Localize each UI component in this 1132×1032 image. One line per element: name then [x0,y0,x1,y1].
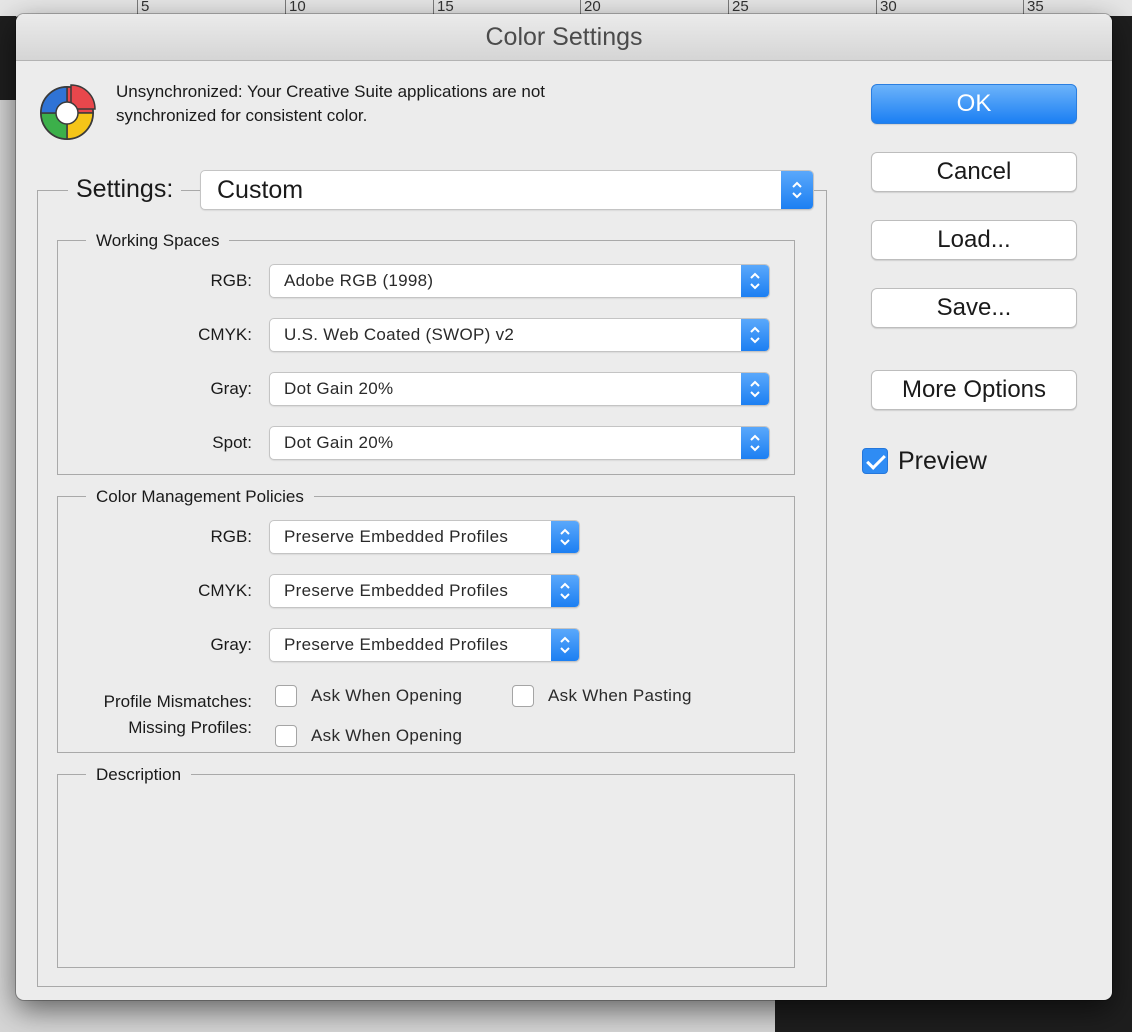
policy-gray-label: Gray: [210,635,252,654]
preview-option[interactable]: Preview [862,447,987,475]
dialog-titlebar[interactable]: Color Settings [16,14,1112,61]
save-button[interactable]: Save... [871,288,1077,328]
settings-label: Settings: [68,174,182,204]
settings-select[interactable]: Custom [200,170,814,210]
policy-gray-select[interactable]: Preserve Embedded Profiles [269,628,580,662]
policy-cmyk-select[interactable]: Preserve Embedded Profiles [269,574,580,608]
updown-arrows-icon [551,521,579,553]
dialog-title: Color Settings [485,22,643,51]
ruler-tick-label: 20 [584,0,601,15]
updown-arrows-icon [741,373,769,405]
sync-message-line: synchronized for consistent color. [116,106,368,125]
working-cmyk-select[interactable]: U.S. Web Coated (SWOP) v2 [269,318,770,352]
preview-label[interactable]: Preview [898,447,987,476]
ruler-tick-label: 5 [141,0,150,15]
working-cmyk-value: U.S. Web Coated (SWOP) v2 [284,325,515,344]
mismatch-ask-when-opening-label[interactable]: Ask When Opening [311,686,462,706]
workspace-background [0,16,16,100]
working-spaces-title: Working Spaces [86,231,230,251]
mismatch-ask-when-opening-checkbox[interactable] [275,685,297,707]
description-group [57,774,795,968]
updown-arrows-icon [741,427,769,459]
policies-title: Color Management Policies [86,487,314,507]
ruler-tick-label: 35 [1027,0,1044,15]
policy-cmyk-label: CMYK: [198,581,252,600]
ruler-tick-label: 30 [880,0,897,15]
missing-ask-when-opening-label[interactable]: Ask When Opening [311,726,462,746]
ruler-tick-label: 25 [732,0,749,15]
updown-arrows-icon [551,575,579,607]
ruler-tick-label: 15 [437,0,454,15]
sync-message-line: Unsynchronized: Your Creative Suite appl… [116,82,546,101]
working-rgb-select[interactable]: Adobe RGB (1998) [269,264,770,298]
working-gray-label: Gray: [210,379,252,398]
profile-mismatches-label: Profile Mismatches: [103,692,252,711]
working-spot-value: Dot Gain 20% [284,433,394,452]
working-spot-label: Spot: [212,433,252,452]
cancel-button[interactable]: Cancel [871,152,1077,192]
sync-status-message: Unsynchronized: Your Creative Suite appl… [116,80,736,128]
mismatch-ask-when-pasting-checkbox[interactable] [512,685,534,707]
updown-arrows-icon [741,319,769,351]
missing-profiles-label: Missing Profiles: [128,718,252,737]
working-cmyk-label: CMYK: [198,325,252,344]
ruler-tick-label: 10 [289,0,306,15]
mismatch-ask-when-pasting-label[interactable]: Ask When Pasting [548,686,692,706]
policy-rgb-value: Preserve Embedded Profiles [284,527,509,546]
working-spot-select[interactable]: Dot Gain 20% [269,426,770,460]
description-title: Description [86,765,192,785]
preview-checkbox[interactable] [862,448,888,474]
load-button[interactable]: Load... [871,220,1077,260]
policy-gray-value: Preserve Embedded Profiles [284,635,509,654]
missing-ask-when-opening-option[interactable]: Ask When Opening [275,725,462,747]
working-gray-select[interactable]: Dot Gain 20% [269,372,770,406]
updown-arrows-icon [781,171,813,209]
color-settings-dialog: Color Settings Unsynchronized: Your Crea… [16,14,1112,1000]
updown-arrows-icon [741,265,769,297]
policy-cmyk-value: Preserve Embedded Profiles [284,581,509,600]
settings-select-value: Custom [217,175,304,204]
missing-ask-when-opening-checkbox[interactable] [275,725,297,747]
working-gray-value: Dot Gain 20% [284,379,394,398]
policy-rgb-label: RGB: [210,527,252,546]
color-settings-logo-icon [40,84,96,140]
working-rgb-value: Adobe RGB (1998) [284,271,434,290]
mismatch-ask-when-opening-option[interactable]: Ask When Opening [275,685,462,707]
updown-arrows-icon [551,629,579,661]
ok-button[interactable]: OK [871,84,1077,124]
working-rgb-label: RGB: [210,271,252,290]
more-options-button[interactable]: More Options [871,370,1077,410]
policy-rgb-select[interactable]: Preserve Embedded Profiles [269,520,580,554]
mismatch-ask-when-pasting-option[interactable]: Ask When Pasting [512,685,692,707]
